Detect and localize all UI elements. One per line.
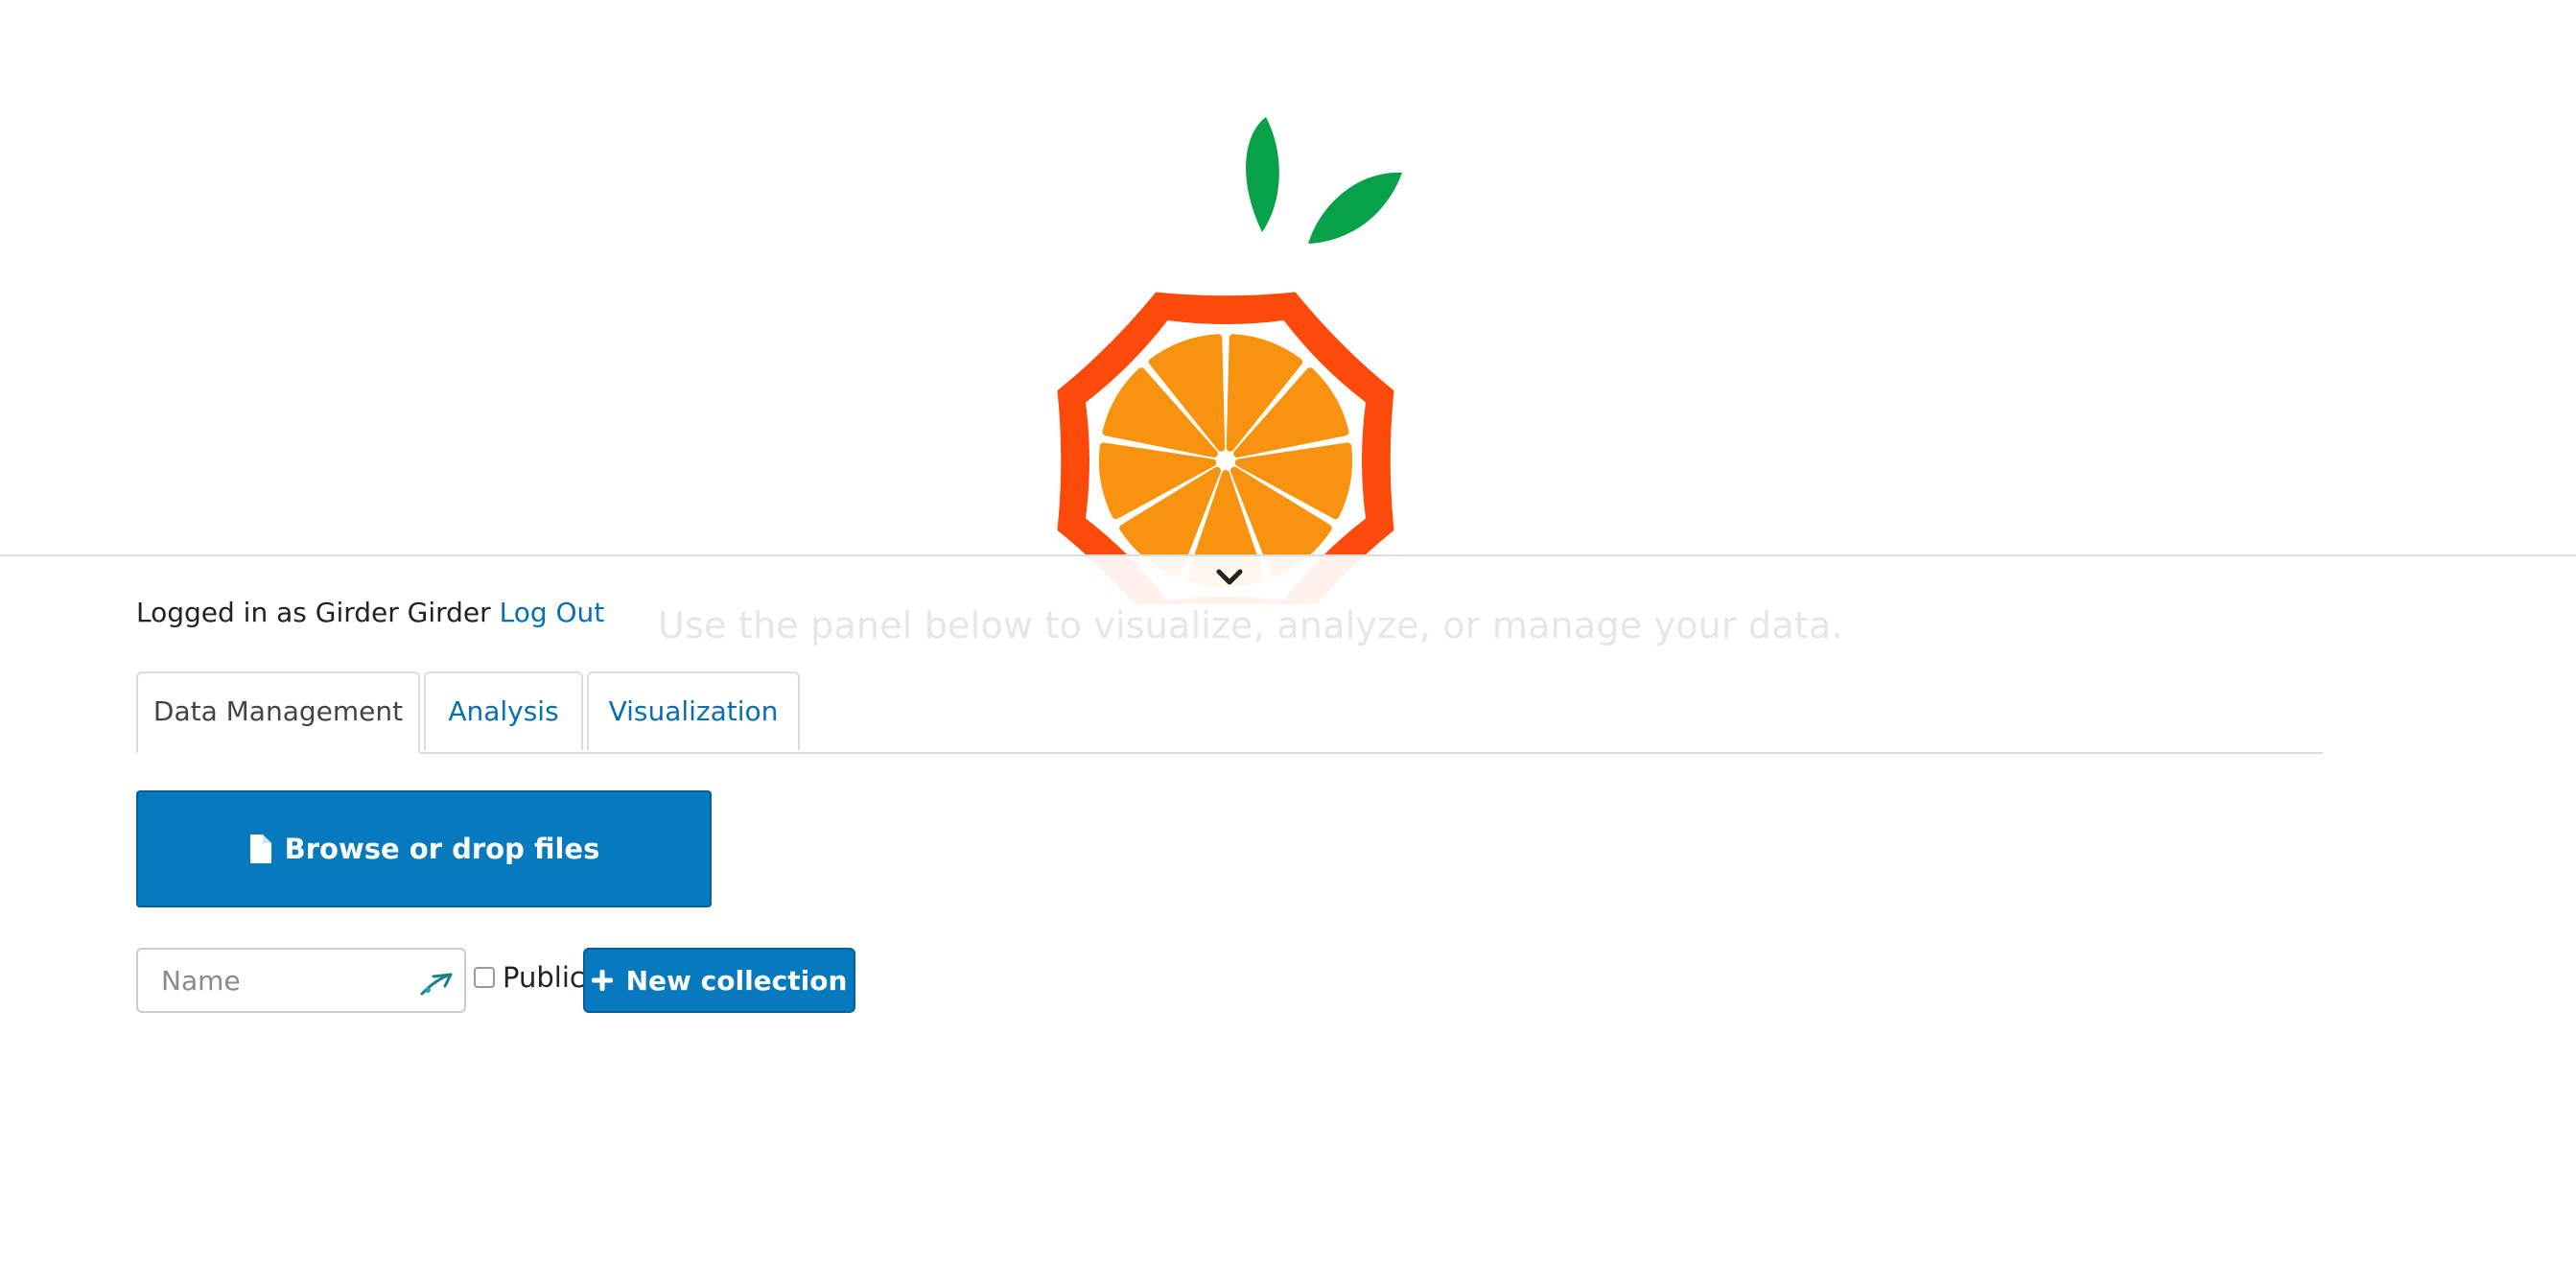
collection-name-field[interactable] xyxy=(136,948,466,1013)
panel-toggle-chevron-down-icon[interactable] xyxy=(1214,564,1245,591)
panel-tagline: Use the panel below to visualize, analyz… xyxy=(658,604,1843,647)
main-tabs: Data Management Analysis Visualization xyxy=(136,671,2323,754)
tab-visualization[interactable]: Visualization xyxy=(587,671,800,750)
panel-divider xyxy=(0,554,2576,556)
tab-analysis[interactable]: Analysis xyxy=(424,671,583,750)
new-collection-button[interactable]: New collection xyxy=(583,948,855,1013)
logged-in-text: Logged in as Girder Girder xyxy=(136,597,491,628)
bottom-panel xyxy=(0,556,2576,1270)
autofill-key-icon[interactable] xyxy=(418,967,457,998)
new-collection-label: New collection xyxy=(625,964,848,997)
collection-name-input[interactable] xyxy=(138,950,420,1011)
upload-label: Browse or drop files xyxy=(284,833,600,865)
logout-link[interactable]: Log Out xyxy=(500,597,605,628)
public-checkbox[interactable] xyxy=(474,967,495,988)
file-icon xyxy=(248,835,271,863)
pulp-segments xyxy=(1099,334,1352,588)
orange-slice-logo xyxy=(1024,106,1427,604)
page: Use the panel below to visualize, analyz… xyxy=(0,0,2576,1270)
plus-icon xyxy=(591,970,613,991)
login-status: Logged in as Girder Girder Log Out xyxy=(136,597,604,628)
public-label: Public xyxy=(503,961,585,994)
browse-or-drop-files-button[interactable]: Browse or drop files xyxy=(136,790,712,907)
leaf-right-icon xyxy=(1308,172,1402,244)
leaf-left-icon xyxy=(1246,117,1279,232)
tab-data-management[interactable]: Data Management xyxy=(136,671,420,754)
